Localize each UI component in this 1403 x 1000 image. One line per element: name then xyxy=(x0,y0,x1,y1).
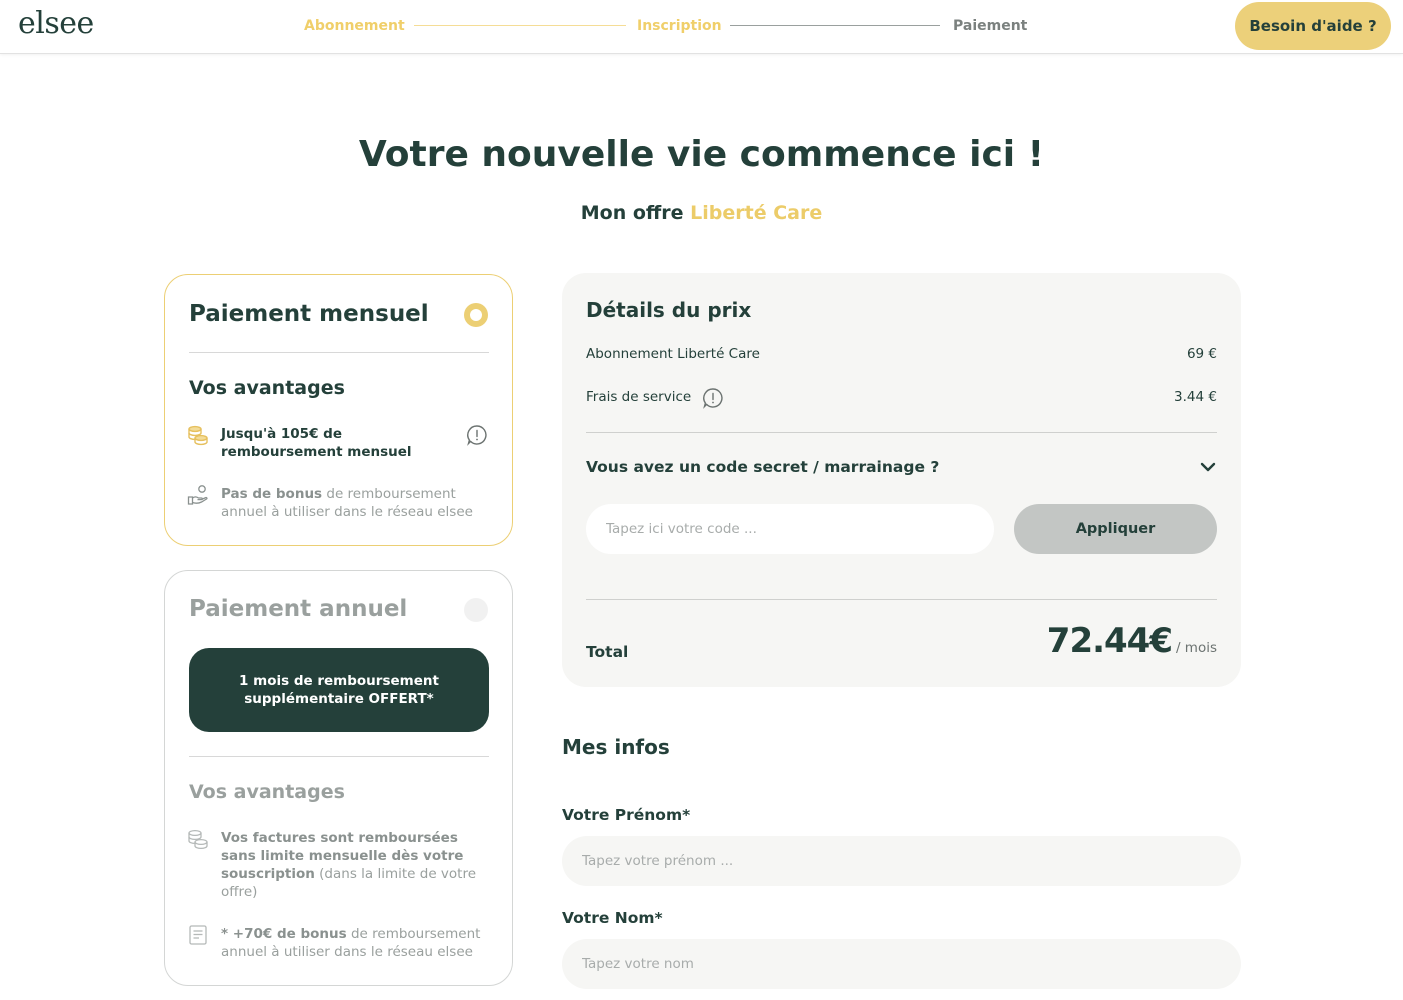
hand-gift-icon xyxy=(187,484,209,506)
info-bubble-icon[interactable] xyxy=(702,387,724,409)
price-details-panel: Détails du prix Abonnement Liberté Care … xyxy=(562,273,1241,687)
divider xyxy=(189,352,489,353)
infos-section-title: Mes infos xyxy=(562,735,670,759)
step-connector xyxy=(730,25,940,26)
advantages-title: Vos avantages xyxy=(189,781,345,803)
firstname-label: Votre Prénom* xyxy=(562,806,691,824)
plan-title: Paiement mensuel xyxy=(189,301,429,327)
lastname-input[interactable] xyxy=(562,939,1241,989)
step-paiement: Paiement xyxy=(953,18,1028,34)
step-inscription: Inscription xyxy=(637,18,722,34)
page-title: Votre nouvelle vie commence ici ! xyxy=(358,134,1045,175)
total-amount: 72.44€ xyxy=(1046,621,1173,661)
step-connector xyxy=(414,25,626,26)
promo-code-toggle[interactable]: Vous avez un code secret / marrainage ? xyxy=(586,458,939,476)
plan-card-annual[interactable]: Paiement annuel 1 mois de remboursement … xyxy=(164,570,513,986)
offer-name: Liberté Care xyxy=(690,202,823,224)
plan-radio-selected[interactable] xyxy=(464,303,488,327)
plan-title: Paiement annuel xyxy=(189,596,408,622)
elsee-logo[interactable]: elsee xyxy=(18,6,94,41)
service-fee-label: Frais de service xyxy=(586,389,692,405)
apply-code-button[interactable]: Appliquer xyxy=(1014,504,1217,554)
top-bar: elsee Abonnement Inscription Paiement Be… xyxy=(0,0,1403,54)
subscription-label: Abonnement Liberté Care xyxy=(586,346,760,362)
service-fee-price: 3.44 € xyxy=(1174,389,1217,405)
perk-no-bonus: Pas de bonus de remboursement annuel à u… xyxy=(221,485,489,521)
annual-offer-banner: 1 mois de remboursement supplémentaire O… xyxy=(189,648,489,732)
divider xyxy=(586,599,1217,600)
plan-card-monthly[interactable]: Paiement mensuel Vos avantages Jusqu'à 1… xyxy=(164,274,513,546)
price-details-title: Détails du prix xyxy=(586,298,752,322)
divider xyxy=(586,432,1217,433)
perk-strong-text: * +70€ de bonus xyxy=(221,926,347,942)
subscription-price: 69 € xyxy=(1186,346,1217,362)
perk-monthly-reimbursement: Jusqu'à 105€ de remboursement mensuel xyxy=(221,425,441,461)
perk-strong-text: Pas de bonus xyxy=(221,486,323,502)
advantages-title: Vos avantages xyxy=(189,377,345,399)
perk-unlimited-reimbursement: Vos factures sont remboursées sans limit… xyxy=(221,829,479,901)
chevron-down-icon[interactable] xyxy=(1199,459,1217,473)
promo-code-input[interactable] xyxy=(586,504,994,554)
coins-icon xyxy=(187,828,209,850)
offer-prefix: Mon offre xyxy=(580,202,684,224)
divider xyxy=(189,756,489,757)
offer-subtitle: Mon offre Liberté Care xyxy=(0,202,1403,224)
lastname-label: Votre Nom* xyxy=(562,909,663,927)
perk-text: Jusqu'à 105€ de remboursement mensuel xyxy=(221,426,412,460)
info-bubble-icon[interactable] xyxy=(466,424,488,446)
total-period: / mois xyxy=(1175,640,1217,656)
total-label: Total xyxy=(586,643,629,661)
plan-radio-unselected[interactable] xyxy=(464,598,488,622)
help-button[interactable]: Besoin d'aide ? xyxy=(1235,2,1391,50)
receipt-icon xyxy=(187,924,209,946)
coins-icon xyxy=(187,424,209,446)
perk-annual-bonus: * +70€ de bonus de remboursement annuel … xyxy=(221,925,483,961)
step-abonnement: Abonnement xyxy=(304,18,405,34)
firstname-input[interactable] xyxy=(562,836,1241,886)
